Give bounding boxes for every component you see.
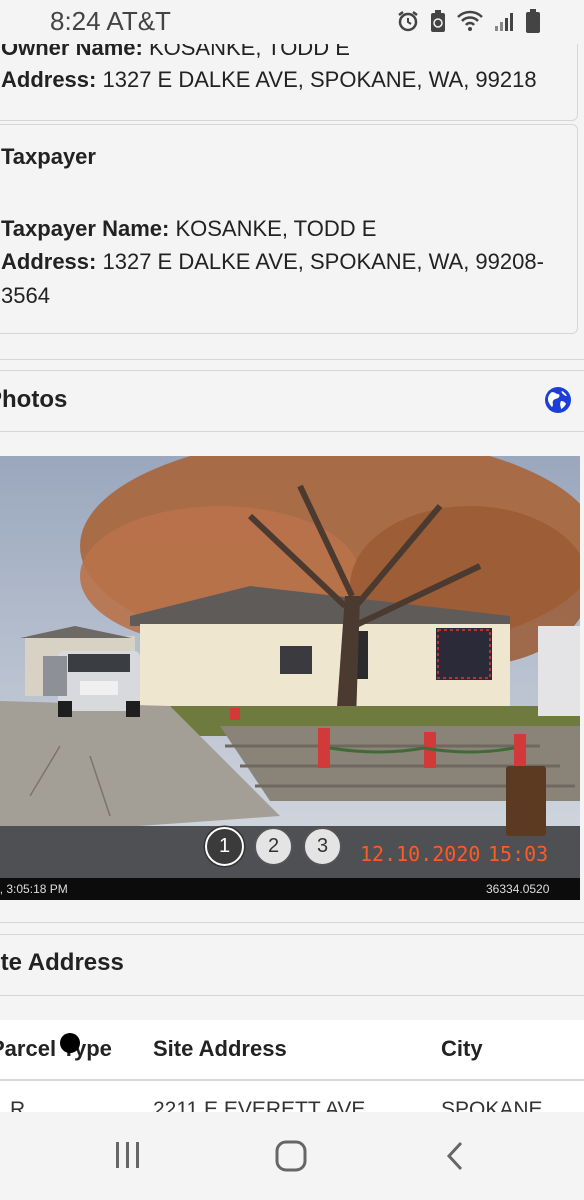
status-bar: 8:24 AT&T [0, 0, 584, 44]
owner-address-label: Address: [1, 67, 97, 92]
owner-address-value: 1327 E DALKE AVE, SPOKANE, WA, 99218 [102, 67, 537, 92]
recents-icon[interactable] [114, 1140, 142, 1175]
taxpayer-card: Taxpayer Taxpayer Name: KOSANKE, TODD E … [0, 124, 578, 334]
status-icons [396, 9, 540, 33]
cell-city: SPOKANE [441, 1098, 543, 1112]
signal-icon [494, 10, 516, 32]
photo-stamp-date: 12.10.2020 [360, 842, 481, 866]
touch-indicator [60, 1033, 80, 1053]
divider [0, 359, 584, 360]
pager-dot-3[interactable]: 3 [303, 827, 342, 866]
photo-caption-datetime: 12/10/20, 3:05:18 PM [0, 882, 68, 896]
taxpayer-address-line2: 3564 [1, 283, 50, 308]
status-clock: 8:24 AT&T [50, 6, 171, 37]
photo-pager: 1 2 3 [205, 827, 342, 866]
pager-dot-1[interactable]: 1 [205, 827, 244, 866]
globe-icon[interactable] [544, 386, 572, 414]
status-time: 8:24 [50, 6, 101, 36]
page-content: Owner Name: KOSANKE, TODD E Address: 132… [0, 0, 584, 1112]
column-header-city[interactable]: City [441, 1036, 483, 1062]
taxpayer-name-value: KOSANKE, TODD E [175, 216, 377, 241]
battery-icon [526, 9, 540, 33]
site-address-title: Site Address [0, 949, 124, 976]
cell-parcel-type: R [10, 1098, 26, 1112]
home-icon[interactable] [275, 1140, 307, 1177]
column-header-parcel-type[interactable]: Parcel Type [0, 1036, 112, 1062]
taxpayer-address-row: Address: 1327 E DALKE AVE, SPOKANE, WA, … [1, 249, 544, 275]
taxpayer-address-label: Address: [1, 249, 97, 274]
divider [0, 995, 584, 996]
status-carrier: AT&T [106, 6, 171, 36]
photo-stamp-time: 15:03 [488, 842, 549, 866]
photos-title: Photos [0, 386, 68, 413]
pager-dot-2[interactable]: 2 [254, 827, 293, 866]
column-header-site-address[interactable]: Site Address [153, 1036, 287, 1062]
divider [0, 431, 584, 432]
divider [0, 922, 584, 923]
navigation-bar [0, 1112, 584, 1200]
taxpayer-name-label: Taxpayer Name: [1, 216, 170, 241]
taxpayer-heading: Taxpayer [1, 144, 96, 169]
wifi-icon [456, 10, 484, 32]
owner-address-row: Address: 1327 E DALKE AVE, SPOKANE, WA, … [1, 67, 537, 93]
divider [0, 934, 584, 935]
divider [0, 370, 584, 371]
taxpayer-address-line1: 1327 E DALKE AVE, SPOKANE, WA, 99208- [102, 249, 544, 274]
cell-site-address: 2211 E EVERETT AVE [153, 1098, 366, 1112]
taxpayer-name-row: Taxpayer Name: KOSANKE, TODD E [1, 216, 376, 242]
table-header-rule [0, 1079, 584, 1081]
alarm-icon [396, 9, 420, 33]
photo-caption-id: 36334.0520 [486, 882, 550, 896]
battery-saver-icon [430, 9, 446, 33]
back-icon[interactable] [444, 1140, 466, 1177]
